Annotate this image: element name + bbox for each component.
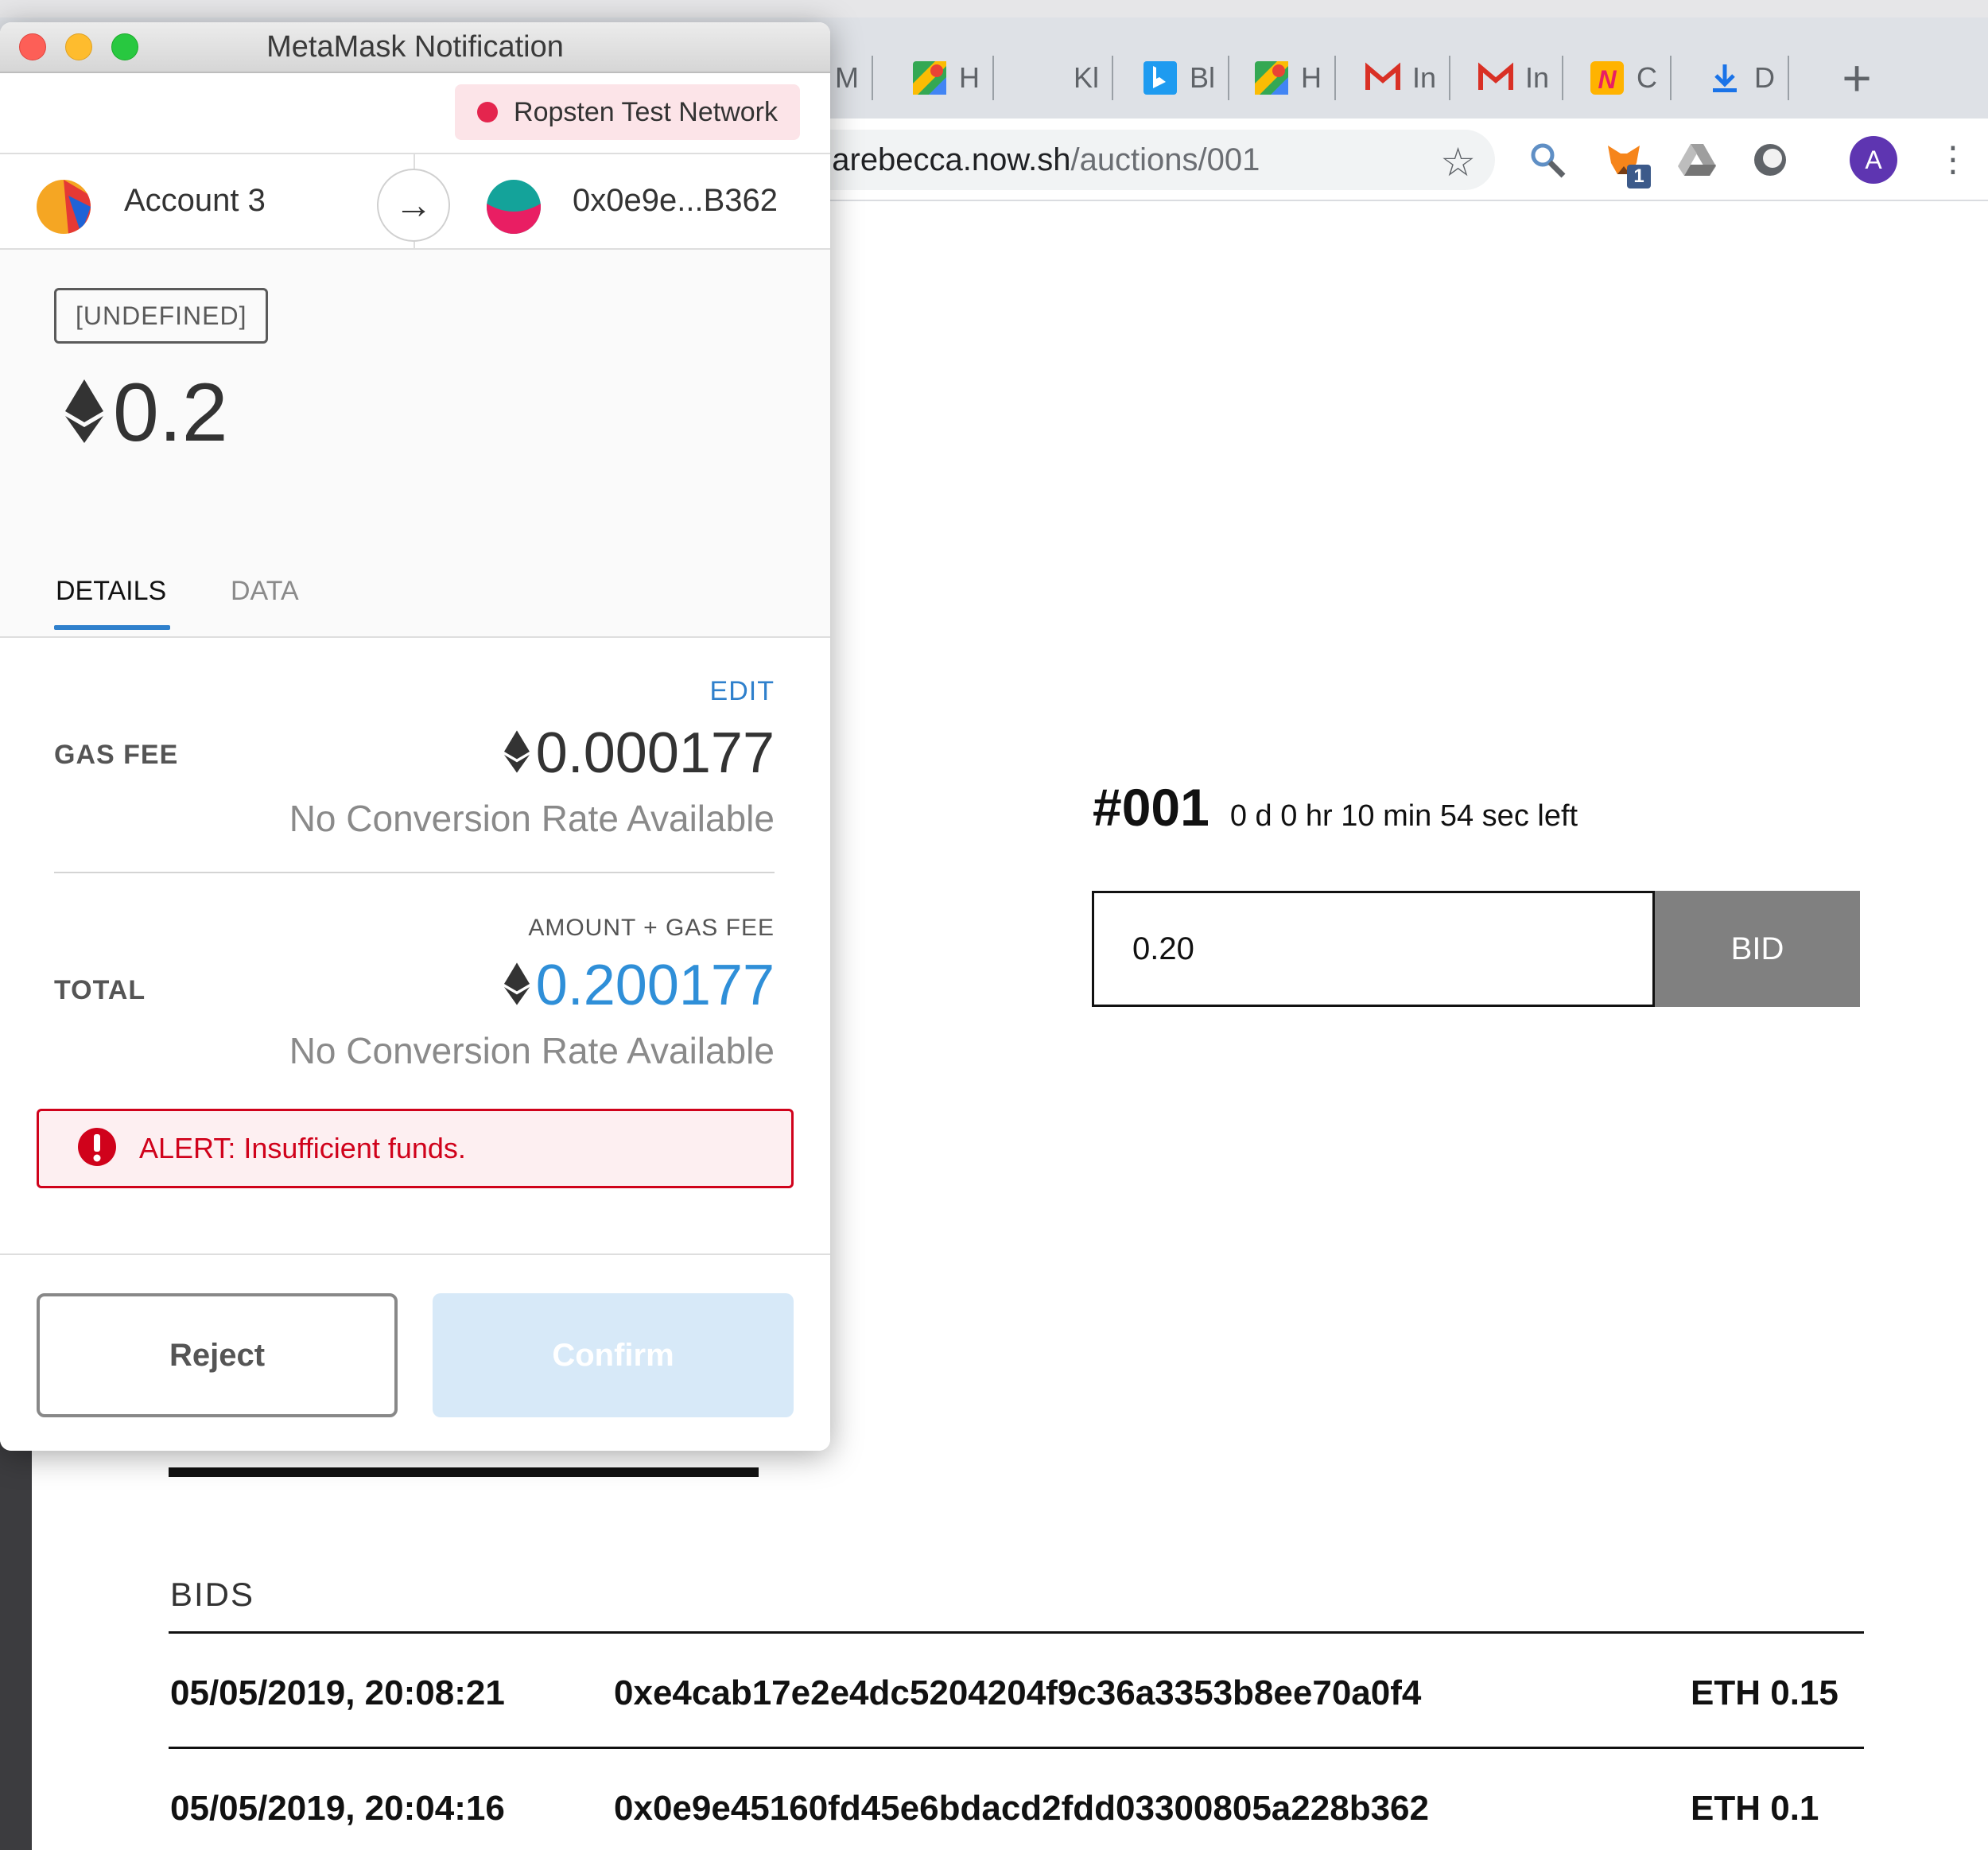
browser-tab[interactable]: H: [903, 48, 994, 108]
window-titlebar: MetaMask Notification: [0, 22, 830, 73]
recipient-identicon: [487, 180, 541, 234]
gas-fee-conversion: No Conversion Rate Available: [289, 798, 775, 839]
tab-title: Bl: [1190, 61, 1216, 94]
ethereum-icon: [503, 729, 530, 777]
auction-header: #001 0 d 0 hr 10 min 54 sec left: [1093, 777, 1578, 838]
svg-text:N: N: [1598, 65, 1617, 94]
tab-title: D: [1754, 61, 1775, 94]
tab-title: In: [1412, 61, 1437, 94]
bid-amount-input[interactable]: [1092, 891, 1655, 1007]
maps-icon: [911, 60, 948, 96]
tab-title: M: [835, 61, 859, 94]
browser-tab[interactable]: D: [1699, 48, 1789, 108]
transaction-summary: [UNDEFINED] 0.2 DETAILS DATA: [0, 250, 830, 638]
amount-plus-gas-label: AMOUNT + GAS FEE: [528, 915, 775, 941]
action-footer: Reject Confirm: [0, 1253, 830, 1451]
tab-title: H: [1301, 61, 1322, 94]
gas-fee: 0.000177: [503, 721, 775, 786]
download-icon: [1706, 60, 1743, 96]
metamask-fox-icon[interactable]: 1: [1602, 138, 1651, 188]
transaction-amount: 0.2: [65, 366, 228, 461]
recipient-address[interactable]: 0x0e9e...B362: [573, 183, 778, 219]
alert-message: ALERT: Insufficient funds.: [139, 1132, 466, 1164]
method-tag: [UNDEFINED]: [54, 288, 269, 344]
tab-title: In: [1525, 61, 1550, 94]
bid-address: 0x0e9e45160fd45e6bdacd2fdd03300805a228b3…: [614, 1789, 1429, 1828]
bid-time: 05/05/2019, 20:04:16: [170, 1789, 505, 1828]
tab-title: H: [959, 61, 980, 94]
network-bar: Ropsten Test Network: [0, 73, 830, 153]
extension-badge: 1: [1627, 165, 1651, 188]
alert-icon: [77, 1127, 117, 1171]
window-title: MetaMask Notification: [266, 30, 564, 64]
macos-menubar: [0, 0, 1988, 17]
bid-amount: ETH 0.1: [1691, 1789, 1819, 1828]
url-text: narebecca.now.sh/auctions/001: [814, 142, 1260, 177]
metamask-notification-window: MetaMask Notification Ropsten Test Netwo…: [0, 22, 830, 1451]
profile-avatar[interactable]: A: [1850, 136, 1897, 184]
browser-tab[interactable]: In: [1357, 48, 1451, 108]
total-value: 0.200177: [535, 954, 775, 1017]
bid-amount: ETH 0.15: [1691, 1673, 1839, 1712]
total-label: TOTAL: [54, 975, 146, 1005]
sender-identicon: [37, 180, 91, 234]
confirm-button[interactable]: Confirm: [433, 1293, 794, 1417]
circle-extension-icon[interactable]: [1748, 138, 1792, 182]
n-icon: N: [1589, 60, 1625, 96]
edit-gas-button[interactable]: EDIT: [710, 676, 775, 707]
bid-time: 05/05/2019, 20:08:21: [170, 1673, 505, 1712]
tab-details[interactable]: DETAILS: [56, 576, 166, 607]
tab-title: Kl: [1074, 61, 1100, 94]
countdown-timer: 0 d 0 hr 10 min 54 sec left: [1229, 799, 1578, 833]
bing-icon: [1142, 60, 1178, 96]
total-conversion: No Conversion Rate Available: [289, 1030, 775, 1071]
total: 0.200177: [503, 953, 775, 1018]
new-tab-button[interactable]: +: [1829, 48, 1885, 108]
table-row: 05/05/2019, 20:04:16 0x0e9e45160fd45e6bd…: [169, 1749, 1864, 1850]
gas-fee-value: 0.000177: [535, 721, 775, 785]
bids-table: 05/05/2019, 20:08:21 0xe4cab17e2e4dc5204…: [169, 1631, 1864, 1850]
network-status-dot: [477, 102, 499, 122]
bids-heading: BIDS: [170, 1576, 255, 1613]
screen: M H Kl Bl H In In N C D + narebecca.now.…: [0, 0, 1988, 1850]
browser-tab[interactable]: H: [1245, 48, 1336, 108]
browser-tab[interactable]: In: [1470, 48, 1564, 108]
sender-recipient-bar: Account 3 → 0x0e9e...B362: [0, 153, 830, 251]
more-options-icon[interactable]: ⋮: [1936, 134, 1971, 185]
image-edge: [169, 1467, 759, 1477]
drive-icon[interactable]: [1675, 138, 1719, 182]
bid-address: 0xe4cab17e2e4dc5204204f9c36a3353b8ee70a0…: [614, 1673, 1422, 1712]
details-panel: EDIT GAS FEE 0.000177 No Conversion Rate…: [0, 638, 830, 1274]
divider: [54, 872, 775, 873]
ethereum-icon: [503, 962, 530, 1009]
gmail-icon: [1365, 60, 1401, 96]
browser-tab[interactable]: Kl: [1066, 48, 1114, 108]
browser-tab[interactable]: Bl: [1134, 48, 1230, 108]
gmail-icon: [1477, 60, 1514, 96]
insufficient-funds-alert: ALERT: Insufficient funds.: [37, 1109, 794, 1188]
sender-account-name[interactable]: Account 3: [124, 183, 266, 219]
maps-icon: [1253, 60, 1290, 96]
auction-number: #001: [1093, 778, 1209, 837]
amount-value: 0.2: [113, 367, 228, 459]
address-bar[interactable]: narebecca.now.sh/auctions/001 ☆: [795, 130, 1495, 190]
browser-tab[interactable]: N C: [1581, 48, 1672, 108]
gas-fee-label: GAS FEE: [54, 740, 179, 770]
reject-button[interactable]: Reject: [37, 1293, 398, 1417]
tab-title: C: [1637, 61, 1657, 94]
active-tab-indicator: [54, 625, 170, 630]
arrow-right-icon: →: [377, 169, 450, 242]
bid-button[interactable]: BID: [1655, 891, 1860, 1007]
table-row: 05/05/2019, 20:08:21 0xe4cab17e2e4dc5204…: [169, 1634, 1864, 1749]
extension-search-icon[interactable]: [1525, 138, 1570, 182]
tab-data[interactable]: DATA: [231, 576, 299, 607]
ethereum-icon: [65, 379, 103, 447]
network-name: Ropsten Test Network: [514, 96, 778, 127]
browser-tab[interactable]: M: [827, 48, 873, 108]
network-indicator[interactable]: Ropsten Test Network: [455, 84, 800, 140]
bookmark-star-icon[interactable]: ☆: [1440, 139, 1476, 185]
